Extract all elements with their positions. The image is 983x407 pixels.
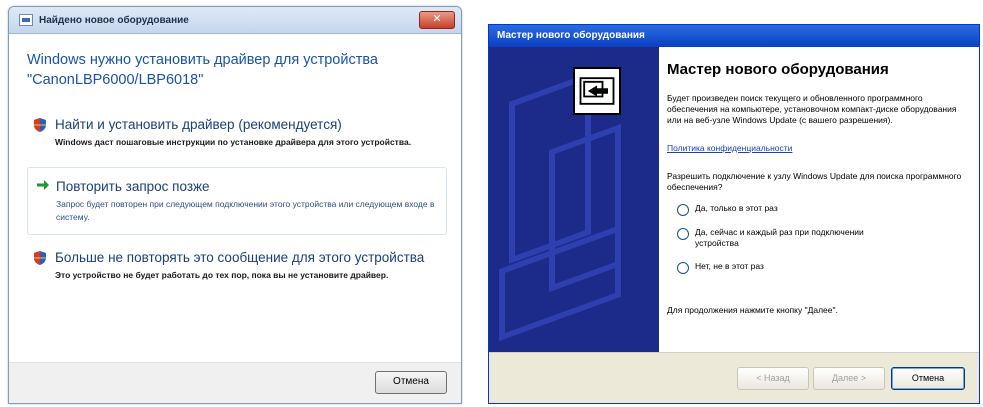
radio-button[interactable]: [677, 228, 689, 240]
back-button[interactable]: < Назад: [737, 367, 809, 390]
green-arrow-icon: [37, 180, 49, 190]
privacy-policy-link[interactable]: Политика конфиденциальности: [667, 143, 792, 153]
option-title: Найти и установить драйвер (рекомендуетс…: [55, 117, 342, 132]
cancel-button[interactable]: Отмена: [891, 367, 965, 390]
vista-title-bar: Найдено новое оборудование ✕: [9, 7, 461, 34]
cancel-button[interactable]: Отмена: [375, 371, 447, 394]
wizard-side-banner: [489, 47, 659, 353]
wizard-intro-text: Будет произведен поиск текущего и обновл…: [667, 93, 957, 125]
shield-icon: [34, 118, 46, 132]
wizard-main-panel: Мастер нового оборудования Будет произве…: [659, 47, 979, 353]
wizard-button-bar: < Назад Далее > Отмена: [489, 352, 979, 403]
continue-hint: Для продолжения нажмите кнопку "Далее".: [667, 305, 838, 315]
radio-yes-this-time[interactable]: Да, только в этот раз: [677, 203, 778, 216]
option-title: Повторить запрос позже: [56, 179, 210, 194]
option-find-install-driver[interactable]: Найти и установить драйвер (рекомендуетс…: [9, 116, 461, 149]
wizard-heading: Мастер нового оборудования: [667, 61, 889, 78]
close-button[interactable]: ✕: [419, 11, 455, 29]
vista-found-new-hardware-dialog: Найдено новое оборудование ✕ Windows нуж…: [8, 6, 462, 404]
privacy-link-row: Политика конфиденциальности: [667, 143, 969, 154]
radio-button[interactable]: [677, 204, 689, 216]
vista-dialog-body: Windows нужно установить драйвер для уст…: [9, 34, 461, 282]
xp-title-bar: Мастер нового оборудования: [489, 25, 979, 47]
radio-yes-always[interactable]: Да, сейчас и каждый раз при подключении …: [677, 227, 877, 249]
wizard-question: Разрешить подключение к узлу Windows Upd…: [667, 171, 962, 192]
xp-new-hardware-wizard: Мастер нового оборудования Мастер нового…: [488, 24, 980, 404]
vista-footer: Отмена: [9, 362, 461, 403]
radio-label: Да, сейчас и каждый раз при подключении …: [695, 227, 864, 248]
radio-button[interactable]: [677, 262, 689, 274]
shield-icon: [34, 251, 46, 265]
radio-no-not-this-time[interactable]: Нет, не в этот раз: [677, 261, 764, 274]
option-description: Windows даст пошаговые инструкции по уст…: [55, 137, 412, 147]
option-description: Запрос будет повторен при следующем подк…: [56, 199, 435, 222]
radio-label: Нет, не в этот раз: [695, 261, 764, 271]
option-dont-ask-again[interactable]: Больше не повторять это сообщение для эт…: [9, 249, 461, 282]
option-title: Больше не повторять это сообщение для эт…: [55, 250, 425, 265]
window-icon: [19, 14, 33, 26]
vista-heading: Windows нужно установить драйвер для уст…: [27, 52, 378, 88]
option-description: Это устройство не будет работать до тех …: [55, 270, 389, 280]
hardware-icon: [573, 67, 621, 115]
radio-label: Да, только в этот раз: [695, 203, 778, 213]
option-ask-later[interactable]: Повторить запрос позже Запрос будет повт…: [27, 167, 447, 235]
next-button[interactable]: Далее >: [813, 367, 885, 390]
vista-dialog-title: Найдено новое оборудование: [39, 14, 189, 26]
